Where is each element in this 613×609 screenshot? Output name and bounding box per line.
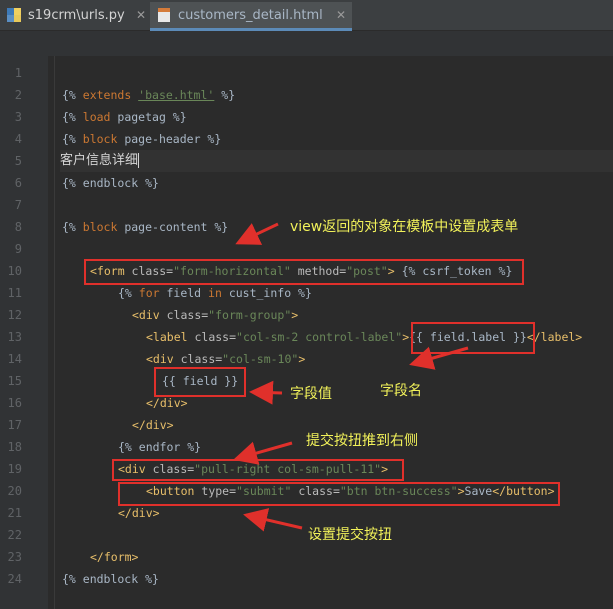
annotation-pull-right: 提交按扭推到右侧	[306, 433, 418, 449]
arrow-to-field-label	[409, 346, 469, 370]
arrow-to-submit	[243, 508, 303, 532]
annotation-field-value: 字段值	[290, 386, 332, 402]
annotation-arrows	[233, 222, 469, 532]
annotation-submit-button: 设置提交按扭	[308, 527, 392, 543]
arrow-to-form	[235, 222, 279, 245]
arrow-to-field-value	[249, 380, 283, 405]
annotation-field-name: 字段名	[380, 383, 422, 399]
annotation-form-note: view返回的对象在模板中设置成表单	[290, 219, 519, 235]
arrow-to-pull-right	[233, 441, 293, 465]
